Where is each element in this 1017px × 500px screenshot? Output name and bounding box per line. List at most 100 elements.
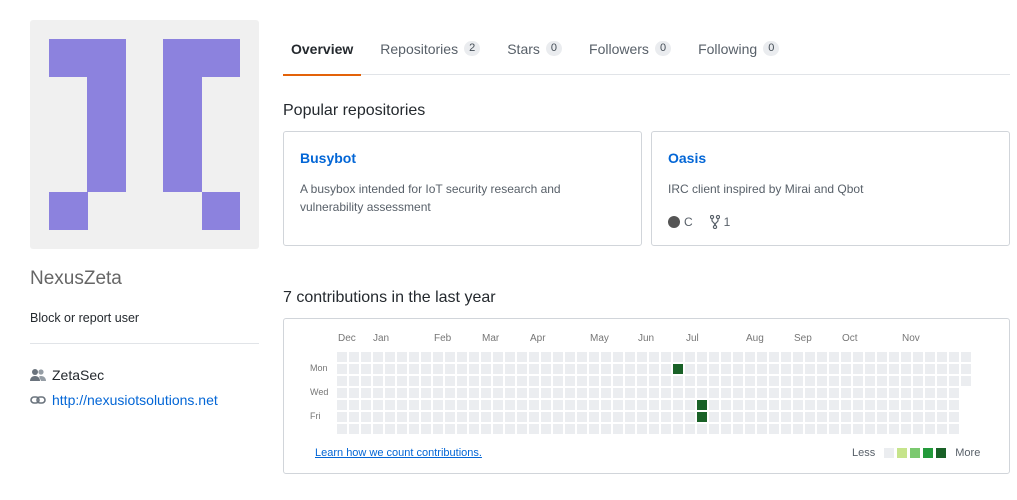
contribution-day[interactable] xyxy=(361,364,371,374)
contribution-day[interactable] xyxy=(577,424,587,434)
contribution-day[interactable] xyxy=(841,400,851,410)
contribution-day[interactable] xyxy=(817,400,827,410)
contribution-day[interactable] xyxy=(385,352,395,362)
contribution-day[interactable] xyxy=(673,424,683,434)
contribution-day[interactable] xyxy=(961,352,971,362)
contribution-day[interactable] xyxy=(565,400,575,410)
contribution-day[interactable] xyxy=(625,352,635,362)
contribution-day[interactable] xyxy=(565,424,575,434)
contribution-day[interactable] xyxy=(829,388,839,398)
contribution-day[interactable] xyxy=(553,412,563,422)
contribution-day[interactable] xyxy=(517,352,527,362)
contribution-day[interactable] xyxy=(601,388,611,398)
contribution-day[interactable] xyxy=(817,424,827,434)
contribution-day[interactable] xyxy=(397,412,407,422)
contribution-day[interactable] xyxy=(457,412,467,422)
contribution-day[interactable] xyxy=(541,364,551,374)
contribution-day[interactable] xyxy=(781,376,791,386)
tab-repositories[interactable]: Repositories 2 xyxy=(372,22,488,75)
contribution-day[interactable] xyxy=(709,388,719,398)
tab-stars[interactable]: Stars 0 xyxy=(499,22,570,75)
contribution-day[interactable] xyxy=(817,388,827,398)
contribution-day[interactable] xyxy=(445,388,455,398)
contribution-day[interactable] xyxy=(697,388,707,398)
contribution-day[interactable] xyxy=(949,388,959,398)
contribution-day[interactable] xyxy=(661,400,671,410)
contribution-day[interactable] xyxy=(901,412,911,422)
contribution-day[interactable] xyxy=(445,424,455,434)
contribution-day[interactable] xyxy=(637,352,647,362)
contribution-day[interactable] xyxy=(601,376,611,386)
contribution-day[interactable] xyxy=(349,388,359,398)
contribution-day[interactable] xyxy=(721,400,731,410)
contribution-day[interactable] xyxy=(601,352,611,362)
contribution-day[interactable] xyxy=(721,412,731,422)
contribution-day[interactable] xyxy=(529,364,539,374)
contribution-day[interactable] xyxy=(493,388,503,398)
contribution-day[interactable] xyxy=(397,424,407,434)
contribution-day[interactable] xyxy=(529,388,539,398)
contribution-day[interactable] xyxy=(865,364,875,374)
contribution-day[interactable] xyxy=(721,424,731,434)
contribution-day[interactable] xyxy=(925,424,935,434)
contribution-day[interactable] xyxy=(361,412,371,422)
contribution-day[interactable] xyxy=(385,424,395,434)
contribution-day[interactable] xyxy=(793,388,803,398)
contribution-day[interactable] xyxy=(925,388,935,398)
contribution-day[interactable] xyxy=(457,364,467,374)
contribution-day[interactable] xyxy=(541,388,551,398)
contribution-day[interactable] xyxy=(709,364,719,374)
contribution-day[interactable] xyxy=(565,364,575,374)
contribution-day[interactable] xyxy=(493,352,503,362)
contribution-day[interactable] xyxy=(625,412,635,422)
contribution-day[interactable] xyxy=(505,388,515,398)
contribution-day[interactable] xyxy=(673,352,683,362)
contribution-day[interactable] xyxy=(589,364,599,374)
contribution-day[interactable] xyxy=(769,352,779,362)
contribution-day[interactable] xyxy=(589,424,599,434)
contribution-day[interactable] xyxy=(805,376,815,386)
contribution-day[interactable] xyxy=(649,364,659,374)
contribution-day[interactable] xyxy=(625,364,635,374)
contribution-day[interactable] xyxy=(817,376,827,386)
contribution-day[interactable] xyxy=(829,364,839,374)
contribution-day[interactable] xyxy=(337,352,347,362)
contribution-day[interactable] xyxy=(709,424,719,434)
contribution-day[interactable] xyxy=(949,352,959,362)
contribution-day[interactable] xyxy=(337,412,347,422)
contribution-day[interactable] xyxy=(493,424,503,434)
contribution-day[interactable] xyxy=(925,376,935,386)
contribution-day[interactable] xyxy=(577,412,587,422)
contribution-day[interactable] xyxy=(589,412,599,422)
contribution-day[interactable] xyxy=(421,424,431,434)
tab-overview[interactable]: Overview xyxy=(283,22,362,76)
contribution-day[interactable] xyxy=(337,388,347,398)
contribution-day[interactable] xyxy=(661,412,671,422)
contribution-day[interactable] xyxy=(493,376,503,386)
contribution-day[interactable] xyxy=(745,412,755,422)
contribution-day[interactable] xyxy=(361,352,371,362)
contribution-day[interactable] xyxy=(745,352,755,362)
contribution-day[interactable] xyxy=(601,424,611,434)
contribution-day[interactable] xyxy=(877,388,887,398)
contribution-day[interactable] xyxy=(733,388,743,398)
contribution-day[interactable] xyxy=(913,364,923,374)
contribution-day[interactable] xyxy=(733,352,743,362)
contribution-day[interactable] xyxy=(853,412,863,422)
contribution-day[interactable] xyxy=(685,388,695,398)
contribution-day[interactable] xyxy=(541,412,551,422)
contribution-day[interactable] xyxy=(469,388,479,398)
contribution-day[interactable] xyxy=(805,352,815,362)
contribution-day[interactable] xyxy=(601,364,611,374)
contribution-day[interactable] xyxy=(913,412,923,422)
contribution-day[interactable] xyxy=(469,400,479,410)
learn-contributions-link[interactable]: Learn how we count contributions. xyxy=(315,447,482,459)
contribution-day[interactable] xyxy=(913,424,923,434)
contribution-day[interactable] xyxy=(637,412,647,422)
contribution-day[interactable] xyxy=(697,412,707,422)
contribution-day[interactable] xyxy=(949,424,959,434)
contribution-day[interactable] xyxy=(949,400,959,410)
contribution-day[interactable] xyxy=(337,364,347,374)
contribution-day[interactable] xyxy=(697,376,707,386)
contribution-day[interactable] xyxy=(565,412,575,422)
